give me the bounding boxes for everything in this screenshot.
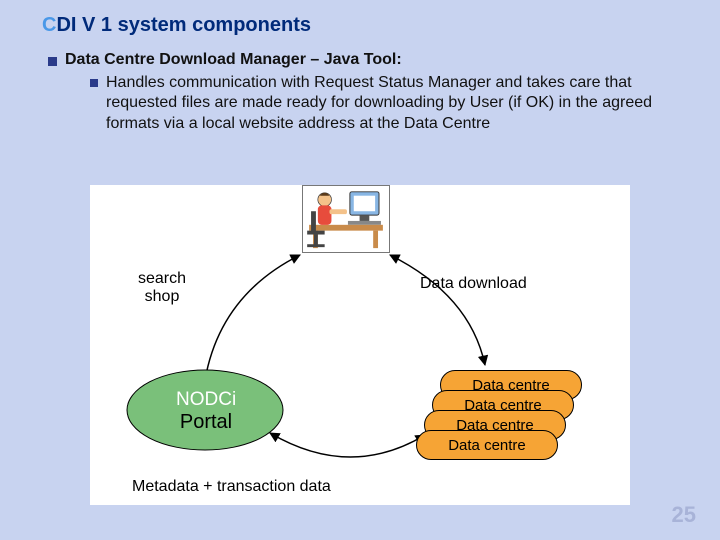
data-centre-label: Data centre <box>448 437 526 454</box>
page-number: 25 <box>672 502 696 528</box>
title-rest: DI V 1 system components <box>56 14 311 36</box>
label-data-download: Data download <box>420 275 527 293</box>
diagram-canvas: Data centre Data centre Data centre Data… <box>90 185 630 505</box>
user-at-desk-icon <box>302 185 390 253</box>
label-metadata: Metadata + transaction data <box>132 478 331 496</box>
bullet-marker <box>90 79 98 87</box>
label-nodci-portal: NODCi Portal <box>176 389 236 434</box>
data-centre-box: Data centre <box>416 430 558 460</box>
title-letter-c: C <box>42 14 56 36</box>
bullet2-text: Handles communication with Request Statu… <box>106 73 666 134</box>
label-search-shop: search shop <box>138 270 186 306</box>
bullet-list: Data Centre Download Manager – Java Tool… <box>42 51 692 134</box>
bullet1-text: Data Centre Download Manager – Java Tool… <box>65 51 402 69</box>
bullet-level-2: Handles communication with Request Statu… <box>90 73 692 134</box>
slide-title: CDI V 1 system components <box>42 14 692 37</box>
bullet-marker <box>48 57 57 66</box>
bullet-level-1: Data Centre Download Manager – Java Tool… <box>48 51 692 69</box>
